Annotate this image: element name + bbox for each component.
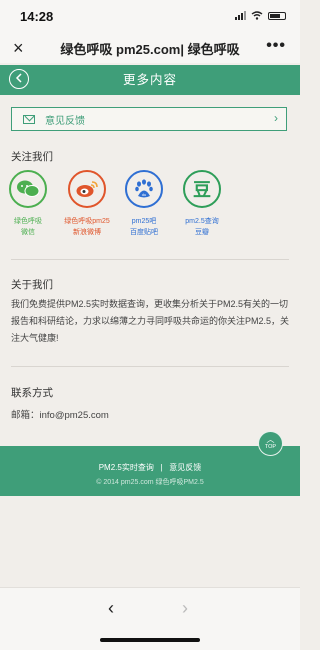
close-icon[interactable]: × <box>13 38 24 59</box>
douban-icon: 豆 <box>183 170 221 208</box>
chevron-left-icon <box>15 73 22 83</box>
contact-title: 联系方式 <box>11 387 53 399</box>
feedback-label: 意见反馈 <box>45 115 85 127</box>
footer-copyright: © 2014 pm25.com 绿色呼吸PM2.5 <box>96 479 204 486</box>
page-title: 绿色呼吸 pm25.com| 绿色呼吸 <box>60 41 240 57</box>
wechat-icon <box>9 170 47 208</box>
status-bar: 14:28 <box>0 0 300 33</box>
status-icons <box>235 11 286 20</box>
battery-icon <box>268 11 286 20</box>
forward-nav-icon[interactable]: › <box>182 598 188 619</box>
top-label: TOP <box>264 444 277 450</box>
content-header: 更多内容 <box>0 65 300 95</box>
follow-name: pm2.5查询 <box>185 218 219 225</box>
divider <box>11 259 289 260</box>
follow-item-douban[interactable]: 豆 pm2.5查询 豆瓣 <box>167 170 237 238</box>
weibo-icon <box>68 170 106 208</box>
back-to-top-button[interactable]: ︿ TOP <box>258 431 283 456</box>
browser-title-bar: × 绿色呼吸 pm25.com| 绿色呼吸 ••• <box>0 33 300 63</box>
footer-link-feedback[interactable]: 意见反馈 <box>169 463 201 472</box>
baidu-icon: du <box>125 170 163 208</box>
footer: PM2.5实时查询 | 意见反馈 © 2014 pm25.com 绿色呼吸PM2… <box>0 446 300 496</box>
header-title: 更多内容 <box>122 73 177 87</box>
back-nav-icon[interactable]: ‹ <box>108 598 114 619</box>
footer-link-realtime[interactable]: PM2.5实时查询 <box>99 463 154 472</box>
wifi-icon <box>251 11 263 20</box>
back-button[interactable] <box>9 69 29 89</box>
follow-title: 关注我们 <box>11 151 53 163</box>
status-time: 14:28 <box>20 9 54 24</box>
browser-bottom-bar: ‹ › <box>0 587 300 650</box>
follow-sub: 豆瓣 <box>195 229 209 236</box>
more-options-icon[interactable]: ••• <box>266 37 286 55</box>
footer-separator: | <box>160 463 163 472</box>
about-text: 我们免费提供PM2.5实时数据查询，更收集分析关于PM2.5有关的一切报告和科研… <box>11 299 290 343</box>
signal-icon <box>235 11 246 20</box>
svg-text:du: du <box>142 192 146 197</box>
chevron-right-icon: › <box>274 111 278 125</box>
envelope-icon <box>23 114 35 124</box>
contact-email[interactable]: 邮箱：info@pm25.com <box>11 407 109 421</box>
home-indicator <box>100 638 200 642</box>
footer-links: PM2.5实时查询 | 意见反馈 <box>0 462 300 473</box>
about-title: 关于我们 <box>11 279 53 291</box>
chevron-up-icon: ︿ <box>266 435 275 444</box>
divider <box>11 366 289 367</box>
feedback-button[interactable]: 意见反馈 › <box>11 107 287 131</box>
